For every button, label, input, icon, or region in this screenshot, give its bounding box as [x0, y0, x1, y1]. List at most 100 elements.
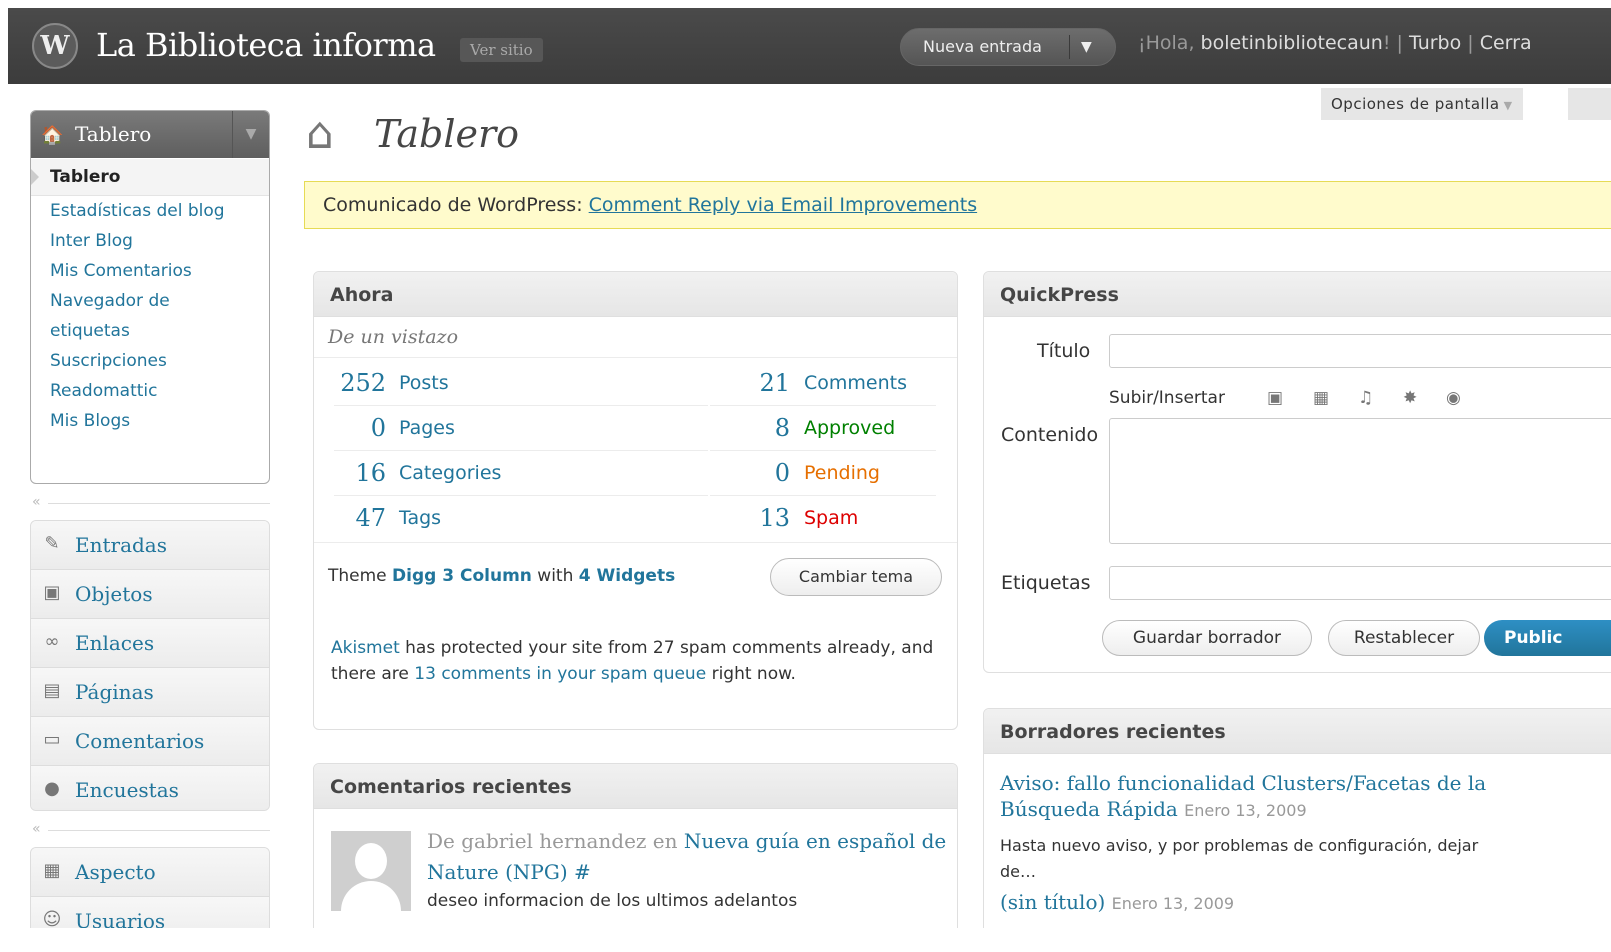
stat-label[interactable]: Categories: [399, 451, 501, 495]
change-theme-button[interactable]: Cambiar tema: [770, 558, 942, 596]
stat-label[interactable]: Spam: [804, 496, 858, 540]
menu-item-enlaces[interactable]: ∞ Enlaces: [31, 619, 269, 668]
view-site-button[interactable]: Ver sitio: [460, 38, 543, 62]
separator: |: [1461, 32, 1480, 54]
stat-number[interactable]: 16: [334, 451, 386, 495]
widget-title: Ahora: [330, 284, 394, 306]
publish-button[interactable]: Public: [1484, 620, 1611, 656]
admin-header: W La Biblioteca informa Ver sitio Nueva …: [8, 8, 1611, 84]
submenu-item-navegador-etiquetas[interactable]: Navegador de etiquetas: [31, 286, 200, 346]
widget-header[interactable]: Borradores recientes: [984, 709, 1611, 754]
add-media-icon[interactable]: ✸: [1403, 388, 1417, 408]
screen-options-button[interactable]: Opciones de pantalla ▼: [1321, 88, 1523, 120]
spam-queue-link[interactable]: 13 comments in your spam queue: [414, 664, 706, 684]
menu-separator[interactable]: «: [30, 821, 270, 841]
menu-label[interactable]: Páginas: [75, 668, 154, 716]
add-poll-icon[interactable]: ◉: [1446, 388, 1461, 408]
wordpress-logo-icon[interactable]: W: [32, 23, 78, 69]
draft-title-link[interactable]: (sin título): [1000, 890, 1105, 914]
stat-number[interactable]: 8: [710, 406, 790, 450]
stat-label[interactable]: Pages: [399, 406, 455, 450]
collapse-arrow-icon[interactable]: «: [32, 494, 41, 510]
chevron-down-icon[interactable]: ▼: [1081, 29, 1092, 65]
add-image-icon[interactable]: ▣: [1267, 388, 1283, 408]
menu-separator[interactable]: «: [30, 494, 270, 514]
stat-label[interactable]: Tags: [399, 496, 441, 540]
menu-label[interactable]: Objetos: [75, 570, 153, 618]
new-post-button[interactable]: Nueva entrada ▼: [900, 28, 1116, 66]
stat-row-posts[interactable]: 252 Posts: [334, 361, 708, 406]
menu-label[interactable]: Aspecto: [75, 848, 156, 896]
stat-row-categories[interactable]: 16 Categories: [334, 451, 708, 496]
stat-number[interactable]: 21: [710, 361, 790, 405]
screen-options-label[interactable]: Opciones de pantalla: [1331, 95, 1500, 113]
logout-link[interactable]: Cerra: [1480, 32, 1532, 54]
help-tab[interactable]: [1565, 88, 1611, 120]
stat-row-spam[interactable]: 13 Spam: [710, 496, 936, 540]
pages-icon: ▤: [43, 680, 61, 701]
menu-item-dashboard[interactable]: 🏠 Tablero ▼: [31, 111, 269, 158]
theme-mid: with: [531, 566, 579, 586]
menu-label[interactable]: Encuestas: [75, 766, 179, 810]
stat-label[interactable]: Posts: [399, 361, 449, 405]
widget-header[interactable]: Ahora: [314, 272, 957, 317]
new-post-label[interactable]: Nueva entrada: [923, 29, 1042, 65]
widget-header[interactable]: Comentarios recientes: [314, 764, 957, 809]
akismet-link[interactable]: Akismet: [331, 638, 400, 658]
widgets-link[interactable]: 4 Widgets: [579, 566, 675, 586]
chevron-down-icon[interactable]: ▼: [1504, 99, 1513, 112]
notice-link[interactable]: Comment Reply via Email Improvements: [589, 194, 977, 216]
menu-item-entradas[interactable]: ✎ Entradas: [31, 521, 269, 570]
menu-label[interactable]: Entradas: [75, 521, 167, 569]
submenu-item-mis-blogs[interactable]: Mis Blogs: [31, 406, 269, 436]
theme-name-link[interactable]: Digg 3 Column: [392, 566, 532, 586]
add-audio-icon[interactable]: ♫: [1358, 388, 1373, 408]
menu-item-objetos[interactable]: ▣ Objetos: [31, 570, 269, 619]
widget-title: QuickPress: [1000, 284, 1119, 306]
polls-icon: ●: [44, 778, 60, 799]
stat-label[interactable]: Approved: [804, 406, 895, 450]
stat-row-comments[interactable]: 21 Comments: [710, 361, 936, 406]
stat-number[interactable]: 47: [334, 496, 386, 540]
stat-number[interactable]: 13: [710, 496, 790, 540]
recent-drafts-widget: Borradores recientes Aviso: fallo funcio…: [983, 708, 1611, 952]
add-video-icon[interactable]: ▦: [1313, 388, 1329, 408]
title-label: Título: [1037, 340, 1091, 362]
menu-item-encuestas[interactable]: ● Encuestas: [31, 766, 269, 810]
reset-button[interactable]: Restablecer: [1328, 620, 1480, 656]
stat-label[interactable]: Comments: [804, 361, 907, 405]
save-draft-button[interactable]: Guardar borrador: [1102, 620, 1312, 656]
submenu-item-tablero[interactable]: Tablero: [31, 159, 269, 196]
stat-row-approved[interactable]: 8 Approved: [710, 406, 936, 451]
submenu-item-suscripciones[interactable]: Suscripciones: [31, 346, 269, 376]
stat-label[interactable]: Pending: [804, 451, 880, 495]
chevron-down-icon[interactable]: ▼: [232, 111, 269, 158]
menu-item-paginas[interactable]: ▤ Páginas: [31, 668, 269, 717]
username-link[interactable]: boletinbibliotecaun: [1201, 32, 1383, 54]
window-bottom-border: [0, 928, 1611, 952]
stat-number[interactable]: 0: [334, 406, 386, 450]
stat-number[interactable]: 0: [710, 451, 790, 495]
subtitle-text: De un vistazo: [328, 326, 459, 348]
tags-input[interactable]: [1109, 566, 1611, 600]
widget-header[interactable]: QuickPress: [984, 272, 1611, 317]
menu-label[interactable]: Tablero: [75, 111, 151, 158]
submenu-item-inter-blog[interactable]: Inter Blog: [31, 226, 269, 256]
menu-label[interactable]: Enlaces: [75, 619, 154, 667]
submenu-item-estadisticas[interactable]: Estadísticas del blog: [31, 196, 269, 226]
stat-row-pending[interactable]: 0 Pending: [710, 451, 936, 496]
stat-number[interactable]: 252: [334, 361, 386, 405]
wordpress-notice: Comunicado de WordPress: Comment Reply v…: [304, 181, 1611, 229]
title-input[interactable]: [1109, 334, 1611, 368]
menu-item-comentarios[interactable]: ▭ Comentarios: [31, 717, 269, 766]
stat-row-tags[interactable]: 47 Tags: [334, 496, 708, 540]
collapse-arrow-icon[interactable]: «: [32, 821, 41, 837]
submenu-item-mis-comentarios[interactable]: Mis Comentarios: [31, 256, 269, 286]
stat-row-pages[interactable]: 0 Pages: [334, 406, 708, 451]
submenu-item-readomattic[interactable]: Readomattic: [31, 376, 269, 406]
menu-label[interactable]: Comentarios: [75, 717, 204, 765]
turbo-link[interactable]: Turbo: [1409, 32, 1461, 54]
content-textarea[interactable]: [1109, 418, 1611, 544]
site-title[interactable]: La Biblioteca informa: [96, 26, 436, 64]
menu-item-aspecto[interactable]: ▦ Aspecto: [31, 848, 269, 897]
